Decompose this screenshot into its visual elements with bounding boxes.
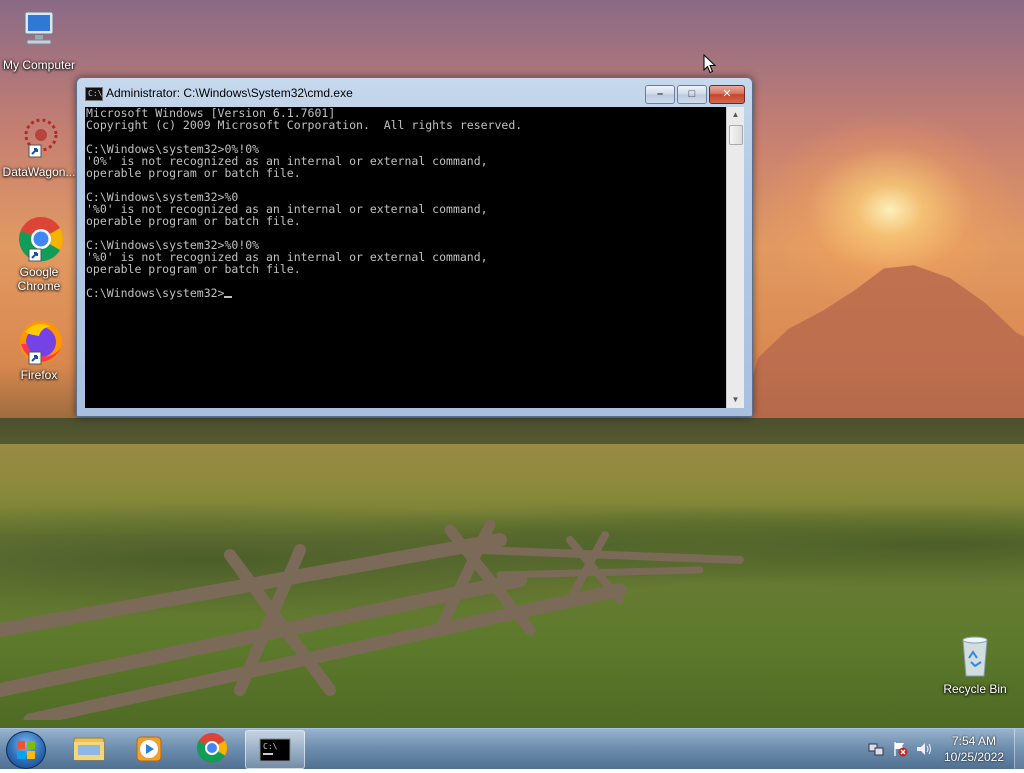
console-text: Microsoft Windows [Version 6.1.7601] Copy… bbox=[85, 107, 726, 299]
desktop-icon-label: DataWagon... bbox=[2, 165, 76, 179]
windows-logo-icon bbox=[17, 741, 35, 759]
desktop-icon-label: Recycle Bin bbox=[943, 682, 1007, 696]
desktop-icon-recycle-bin[interactable]: Recycle Bin bbox=[937, 632, 1013, 696]
scrollbar-thumb[interactable] bbox=[729, 125, 743, 145]
clock-time: 7:54 AM bbox=[951, 734, 997, 748]
cmd-icon: C:\ bbox=[259, 738, 291, 762]
taskbar-explorer-button[interactable] bbox=[60, 730, 118, 767]
media-player-icon bbox=[136, 736, 162, 762]
computer-icon bbox=[15, 8, 63, 56]
scroll-up-arrow-icon[interactable]: ▲ bbox=[727, 107, 744, 123]
desktop-icon-label: Firefox bbox=[20, 368, 58, 382]
action-center-icon[interactable] bbox=[892, 741, 908, 757]
volume-icon[interactable] bbox=[916, 741, 932, 757]
network-icon[interactable] bbox=[868, 741, 884, 757]
desktop-icon-label: Google Chrome bbox=[17, 265, 61, 293]
window-titlebar[interactable]: C:\ Administrator: C:\Windows\System32\c… bbox=[77, 78, 752, 108]
cmd-icon-glyph: C:\ bbox=[88, 89, 103, 98]
minimize-icon: – bbox=[656, 88, 664, 100]
minimize-button[interactable]: – bbox=[645, 85, 675, 104]
folder-icon bbox=[73, 737, 105, 761]
taskbar-media-player-button[interactable] bbox=[121, 730, 179, 767]
text-cursor bbox=[224, 296, 233, 298]
desktop-icon-datawagon[interactable]: DataWagon... bbox=[1, 115, 77, 179]
console-line: operable program or batch file. bbox=[86, 166, 301, 180]
wallpaper-fence bbox=[0, 520, 744, 720]
desktop-icon-google-chrome[interactable]: Google Chrome bbox=[1, 215, 77, 293]
chrome-icon bbox=[15, 215, 63, 263]
start-button[interactable] bbox=[6, 731, 46, 769]
recycle-bin-icon bbox=[951, 632, 999, 680]
chrome-icon bbox=[196, 733, 228, 763]
vertical-scrollbar[interactable]: ▲ ▼ bbox=[726, 107, 744, 408]
console-line: operable program or batch file. bbox=[86, 262, 301, 276]
console-prompt: C:\Windows\system32> bbox=[86, 286, 225, 300]
taskbar-cmd-button[interactable]: C:\ bbox=[245, 730, 305, 769]
close-button[interactable]: ✕ bbox=[709, 85, 745, 104]
maximize-button[interactable]: □ bbox=[677, 85, 707, 104]
console-prompt-line[interactable]: C:\Windows\system32> bbox=[86, 287, 726, 299]
window-title: Administrator: C:\Windows\System32\cmd.e… bbox=[106, 86, 353, 100]
clock[interactable]: 7:54 AM 10/25/2022 bbox=[936, 733, 1012, 765]
console-line: Copyright (c) 2009 Microsoft Corporation… bbox=[86, 118, 523, 132]
maximize-icon: □ bbox=[688, 88, 696, 100]
scroll-down-arrow-icon[interactable]: ▼ bbox=[727, 392, 744, 408]
svg-text:C:\: C:\ bbox=[263, 742, 278, 751]
cmd-window[interactable]: C:\ Administrator: C:\Windows\System32\c… bbox=[76, 77, 753, 417]
desktop-icon-my-computer[interactable]: My Computer bbox=[1, 8, 77, 72]
cmd-title-icon[interactable]: C:\ bbox=[85, 87, 103, 101]
clock-date: 10/25/2022 bbox=[943, 750, 1005, 764]
taskbar-chrome-button[interactable] bbox=[183, 730, 241, 767]
close-icon: ✕ bbox=[722, 88, 732, 100]
firefox-icon bbox=[15, 318, 63, 366]
datawagon-icon bbox=[15, 115, 63, 163]
desktop-icon-label: My Computer bbox=[2, 58, 76, 72]
console-output[interactable]: Microsoft Windows [Version 6.1.7601] Copy… bbox=[85, 107, 726, 408]
console-line: operable program or batch file. bbox=[86, 214, 301, 228]
show-desktop-button[interactable] bbox=[1014, 729, 1024, 769]
taskbar: C:\ 7:54 AM 10/25/2022 bbox=[0, 728, 1024, 769]
desktop-icon-firefox[interactable]: Firefox bbox=[1, 318, 77, 382]
mouse-cursor-icon bbox=[703, 54, 717, 74]
